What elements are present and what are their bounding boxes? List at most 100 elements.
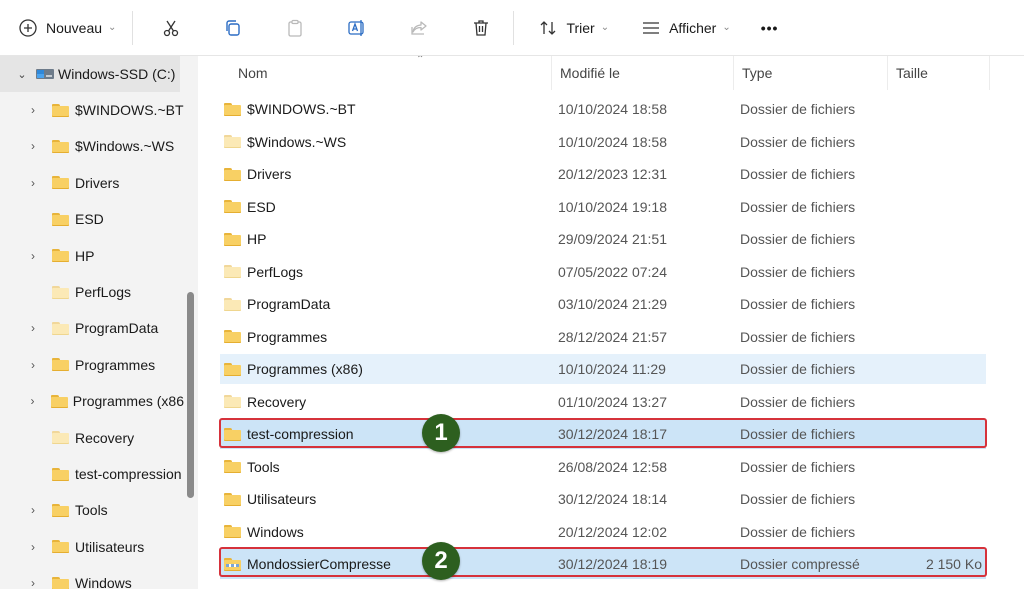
chevron-right-icon[interactable]: › <box>26 176 40 190</box>
folder-icon <box>224 102 241 116</box>
trash-icon <box>469 16 493 40</box>
column-header-type[interactable]: Type <box>734 56 888 90</box>
sort-button[interactable]: Trier ⌄ <box>528 8 617 48</box>
chevron-right-icon[interactable]: › <box>26 139 40 153</box>
file-row[interactable]: HP 29/09/2024 21:51 Dossier de fichiers <box>220 224 986 254</box>
new-button[interactable]: Nouveau ⌄ <box>8 8 124 48</box>
file-row[interactable]: Tools 26/08/2024 12:58 Dossier de fichiers <box>220 452 986 482</box>
sidebar-item[interactable]: › Programmes <box>0 347 184 383</box>
drive-label: Windows-SSD (C:) <box>58 66 176 82</box>
file-name-cell: Programmes <box>224 322 327 352</box>
more-options-button[interactable]: ••• <box>753 8 787 48</box>
chevron-down-icon: ⌄ <box>722 22 731 33</box>
file-row[interactable]: $WINDOWS.~BT 10/10/2024 18:58 Dossier de f… <box>220 94 986 124</box>
file-name: Programmes (x86) <box>247 361 363 377</box>
file-name-cell: $Windows.~WS <box>224 127 346 157</box>
folder-icon <box>224 362 241 376</box>
sidebar-item[interactable]: › Drivers <box>0 165 184 201</box>
file-name-cell: PerfLogs <box>224 257 303 287</box>
file-name-cell: Programmes (x86) <box>224 354 363 384</box>
file-row[interactable]: Programmes (x86) 10/10/2024 11:29 Dossier … <box>220 354 986 384</box>
file-name: Windows <box>247 523 304 540</box>
sidebar-item-label: $WINDOWS.~BT <box>75 102 184 118</box>
chevron-down-icon[interactable]: ⌄ <box>8 68 36 81</box>
column-header-modified[interactable]: Modifié le <box>552 56 734 90</box>
file-type: Dossier de fichiers <box>740 166 856 182</box>
file-name: ESD <box>247 198 276 215</box>
file-modified-date: 03/10/2024 21:29 <box>558 296 667 312</box>
file-name-cell: Utilisateurs <box>224 484 316 514</box>
chevron-right-icon[interactable]: › <box>26 503 40 517</box>
file-row[interactable]: Drivers 20/12/2023 12:31 Dossier de fichie… <box>220 159 986 189</box>
rename-button[interactable] <box>337 8 377 48</box>
folder-icon <box>52 503 69 517</box>
file-type: Dossier de fichiers <box>740 101 856 117</box>
file-type: Dossier de fichiers <box>740 263 856 280</box>
column-header-name[interactable]: Nom ⌃ <box>230 56 552 90</box>
view-button-label: Afficher <box>669 19 717 36</box>
folder-icon <box>52 285 69 299</box>
file-type: Dossier de fichiers <box>740 458 856 475</box>
sidebar-item[interactable]: test-compression <box>0 456 184 492</box>
sidebar-item[interactable]: › Windows <box>0 565 184 589</box>
chevron-right-icon[interactable]: › <box>26 394 39 408</box>
paste-button[interactable] <box>275 8 315 48</box>
sidebar-item-label: Drivers <box>75 174 120 191</box>
file-row[interactable]: Programmes 28/12/2024 21:57 Dossier de fic… <box>220 322 986 352</box>
delete-button[interactable] <box>461 8 501 48</box>
chevron-right-icon[interactable]: › <box>26 540 40 554</box>
sidebar-item[interactable]: PerfLogs <box>0 274 184 310</box>
file-modified-date: 30/12/2024 18:14 <box>558 491 667 507</box>
file-row[interactable]: Utilisateurs 30/12/2024 18:14 Dossier de f… <box>220 484 986 514</box>
file-row[interactable]: ESD 10/10/2024 19:18 Dossier de fichiers <box>220 192 986 222</box>
zipper-stripe <box>226 563 239 567</box>
share-button[interactable] <box>399 8 439 48</box>
annotation-highlight-1 <box>219 418 987 448</box>
file-row[interactable]: ProgramData 03/10/2024 21:29 Dossier de fi… <box>220 289 986 319</box>
sidebar-item[interactable]: ESD <box>0 201 184 237</box>
file-modified-date: 10/10/2024 19:18 <box>558 198 667 215</box>
toolbar-divider <box>513 10 515 45</box>
folder-icon <box>50 394 68 408</box>
file-size <box>886 354 982 384</box>
sidebar-item[interactable]: › HP <box>0 238 184 274</box>
chevron-right-icon[interactable]: › <box>26 103 40 117</box>
file-name: Drivers <box>247 166 292 182</box>
cut-button[interactable] <box>151 8 191 48</box>
folder-icon <box>52 139 69 153</box>
file-size <box>886 517 982 547</box>
sidebar-item[interactable]: Recovery <box>0 420 184 456</box>
file-type: Dossier de fichiers <box>740 296 856 312</box>
sidebar-item[interactable]: › Programmes (x86 <box>0 383 184 419</box>
file-size <box>886 127 982 157</box>
sidebar-item-drive[interactable]: ⌄ Windows-SSD (C:) <box>0 56 180 92</box>
folder-icon <box>224 525 241 538</box>
sidebar-item-label: $Windows.~WS <box>75 138 175 155</box>
chevron-right-icon[interactable]: › <box>26 321 40 335</box>
sidebar-item[interactable]: › $WINDOWS.~BT <box>0 92 184 128</box>
file-name: $WINDOWS.~BT <box>247 101 356 117</box>
sidebar-item-label: ESD <box>75 211 104 228</box>
folder-icon-light <box>224 135 241 148</box>
sidebar-scroll-thumb[interactable] <box>187 292 194 498</box>
sort-ascending-icon: ⌃ <box>416 56 425 65</box>
sidebar-item-label: Utilisateurs <box>75 538 145 555</box>
file-row[interactable]: Recovery 01/10/2024 13:27 Dossier de fichi… <box>220 387 986 417</box>
file-row[interactable]: $Windows.~WS 10/10/2024 18:58 Dossier de f… <box>220 127 986 157</box>
sidebar-item[interactable]: › Tools <box>0 492 184 528</box>
chevron-right-icon[interactable]: › <box>26 576 40 589</box>
sidebar-item[interactable]: › $Windows.~WS <box>0 128 184 164</box>
folder-icon <box>224 200 241 213</box>
file-row[interactable]: PerfLogs 07/05/2022 07:24 Dossier de fichi… <box>220 257 986 287</box>
column-header-type-label: Type <box>742 65 773 81</box>
sidebar-item[interactable]: › Utilisateurs <box>0 529 184 565</box>
sidebar-item[interactable]: › ProgramData <box>0 310 184 346</box>
folder-icon <box>52 176 69 190</box>
column-header-size[interactable]: Taille <box>888 56 990 90</box>
copy-button[interactable] <box>213 8 253 48</box>
view-button[interactable]: Afficher ⌄ <box>631 8 739 48</box>
sidebar-item-label: Windows <box>75 575 132 589</box>
chevron-right-icon[interactable]: › <box>26 358 40 372</box>
chevron-right-icon[interactable]: › <box>26 249 40 263</box>
file-row[interactable]: Windows 20/12/2024 12:02 Dossier de fichie… <box>220 517 986 547</box>
